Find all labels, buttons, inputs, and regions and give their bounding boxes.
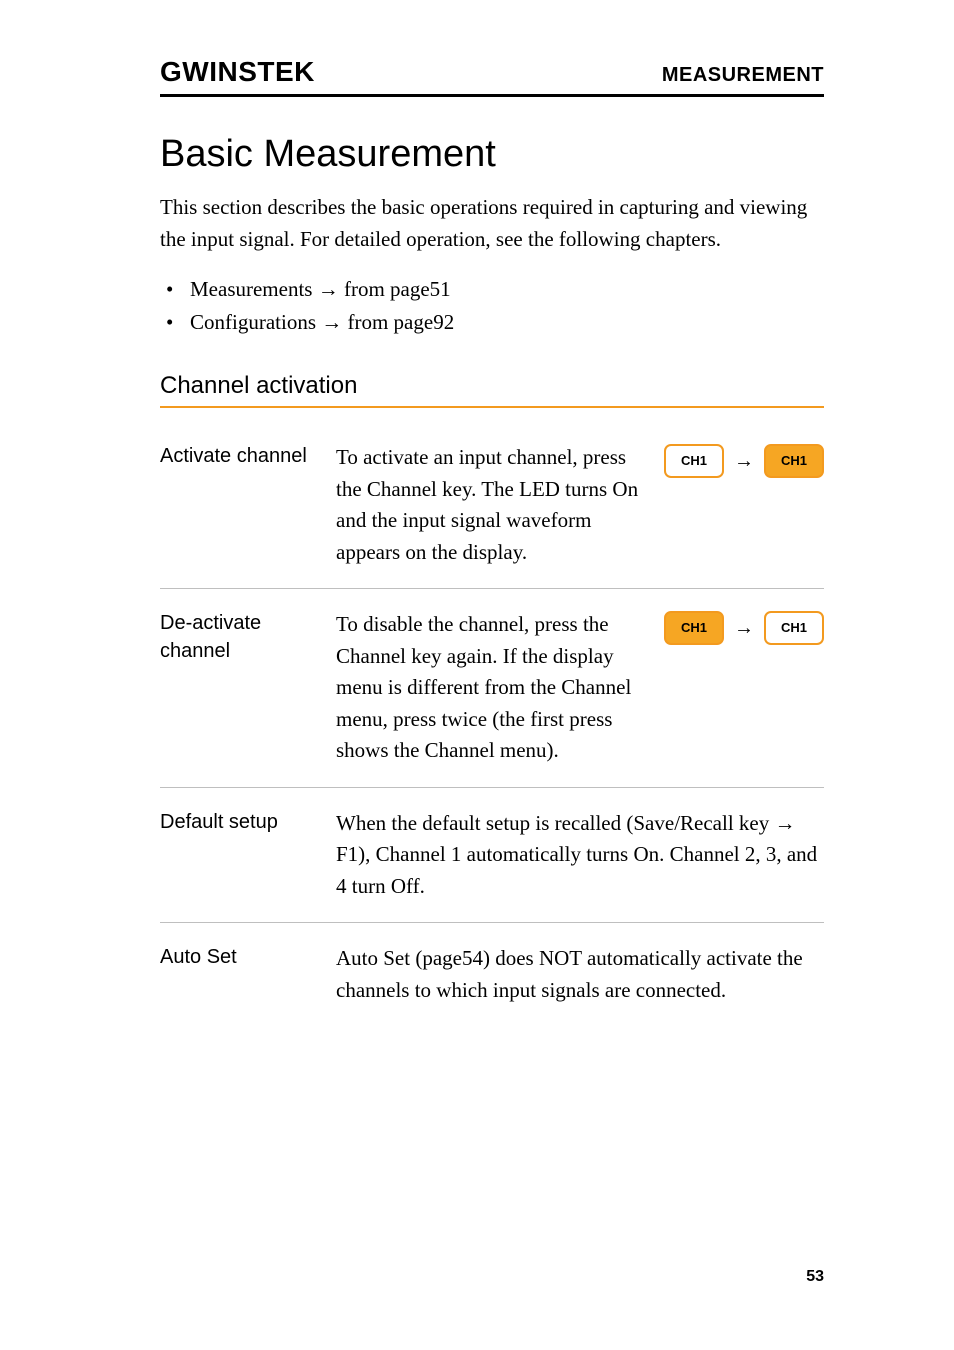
page-title: Basic Measurement: [160, 133, 824, 176]
row-text: To activate an input channel, press the …: [336, 442, 650, 568]
keycap-graphic: CH1 → CH1: [664, 609, 824, 645]
list-item: Measurements → from page51: [164, 273, 824, 306]
row-label: De-activate channel: [160, 609, 320, 665]
row-activate-channel: Activate channel To activate an input ch…: [160, 434, 824, 589]
ch1-key-on: CH1: [764, 444, 824, 478]
intro-paragraph: This section describes the basic operati…: [160, 192, 824, 255]
list-item: Configurations → from page92: [164, 306, 824, 339]
row-label: Auto Set: [160, 943, 320, 971]
subsection-title: Channel activation: [160, 372, 824, 400]
row-default-setup: Default setup When the default setup is …: [160, 788, 824, 924]
arrow-icon: →: [734, 618, 754, 638]
keycap-graphic: CH1 → CH1: [664, 442, 824, 478]
row-text: When the default setup is recalled (Save…: [336, 808, 824, 903]
row-label: Default setup: [160, 808, 320, 836]
xref-list: Measurements → from page51 Configuration…: [160, 273, 824, 338]
row-auto-set: Auto Set Auto Set (page54) does NOT auto…: [160, 923, 824, 1026]
page-header: GWINSTEK MEASUREMENT: [160, 56, 824, 97]
arrow-icon: →: [734, 451, 754, 471]
page-number: 53: [806, 1268, 824, 1286]
section-divider: [160, 406, 824, 408]
row-text: Auto Set (page54) does NOT automatically…: [336, 943, 824, 1006]
brand-logo: GWINSTEK: [160, 56, 315, 88]
row-label: Activate channel: [160, 442, 320, 470]
section-label: MEASUREMENT: [662, 64, 824, 87]
row-text: To disable the channel, press the Channe…: [336, 609, 650, 767]
row-deactivate-channel: De-activate channel To disable the chann…: [160, 589, 824, 788]
ch1-key-on: CH1: [664, 611, 724, 645]
ch1-key-off: CH1: [664, 444, 724, 478]
ch1-key-off: CH1: [764, 611, 824, 645]
